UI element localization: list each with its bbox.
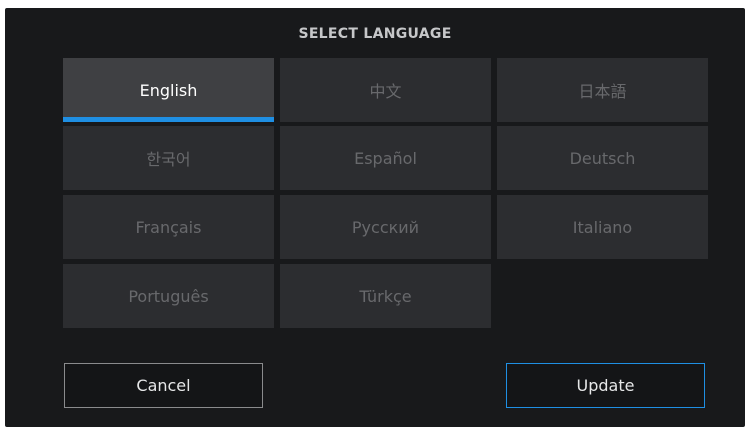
language-option-korean[interactable]: 한국어	[63, 126, 274, 190]
language-option-spanish[interactable]: Español	[280, 126, 491, 190]
language-option-russian[interactable]: Русский	[280, 195, 491, 259]
language-option-chinese[interactable]: 中文	[280, 58, 491, 122]
screen: SELECT LANGUAGE English 中文 日本語 한국어 Españ…	[0, 0, 750, 427]
language-option-french[interactable]: Français	[63, 195, 274, 259]
language-option-turkish[interactable]: Türkçe	[280, 264, 491, 328]
language-option-japanese[interactable]: 日本語	[497, 58, 708, 122]
update-button[interactable]: Update	[506, 363, 705, 408]
cancel-button[interactable]: Cancel	[64, 363, 263, 408]
language-option-german[interactable]: Deutsch	[497, 126, 708, 190]
dialog-title: SELECT LANGUAGE	[298, 26, 452, 42]
language-option-english[interactable]: English	[63, 58, 274, 122]
language-option-portuguese[interactable]: Português	[63, 264, 274, 328]
language-dialog: SELECT LANGUAGE English 中文 日本語 한국어 Españ…	[5, 8, 745, 427]
language-option-italian[interactable]: Italiano	[497, 195, 708, 259]
